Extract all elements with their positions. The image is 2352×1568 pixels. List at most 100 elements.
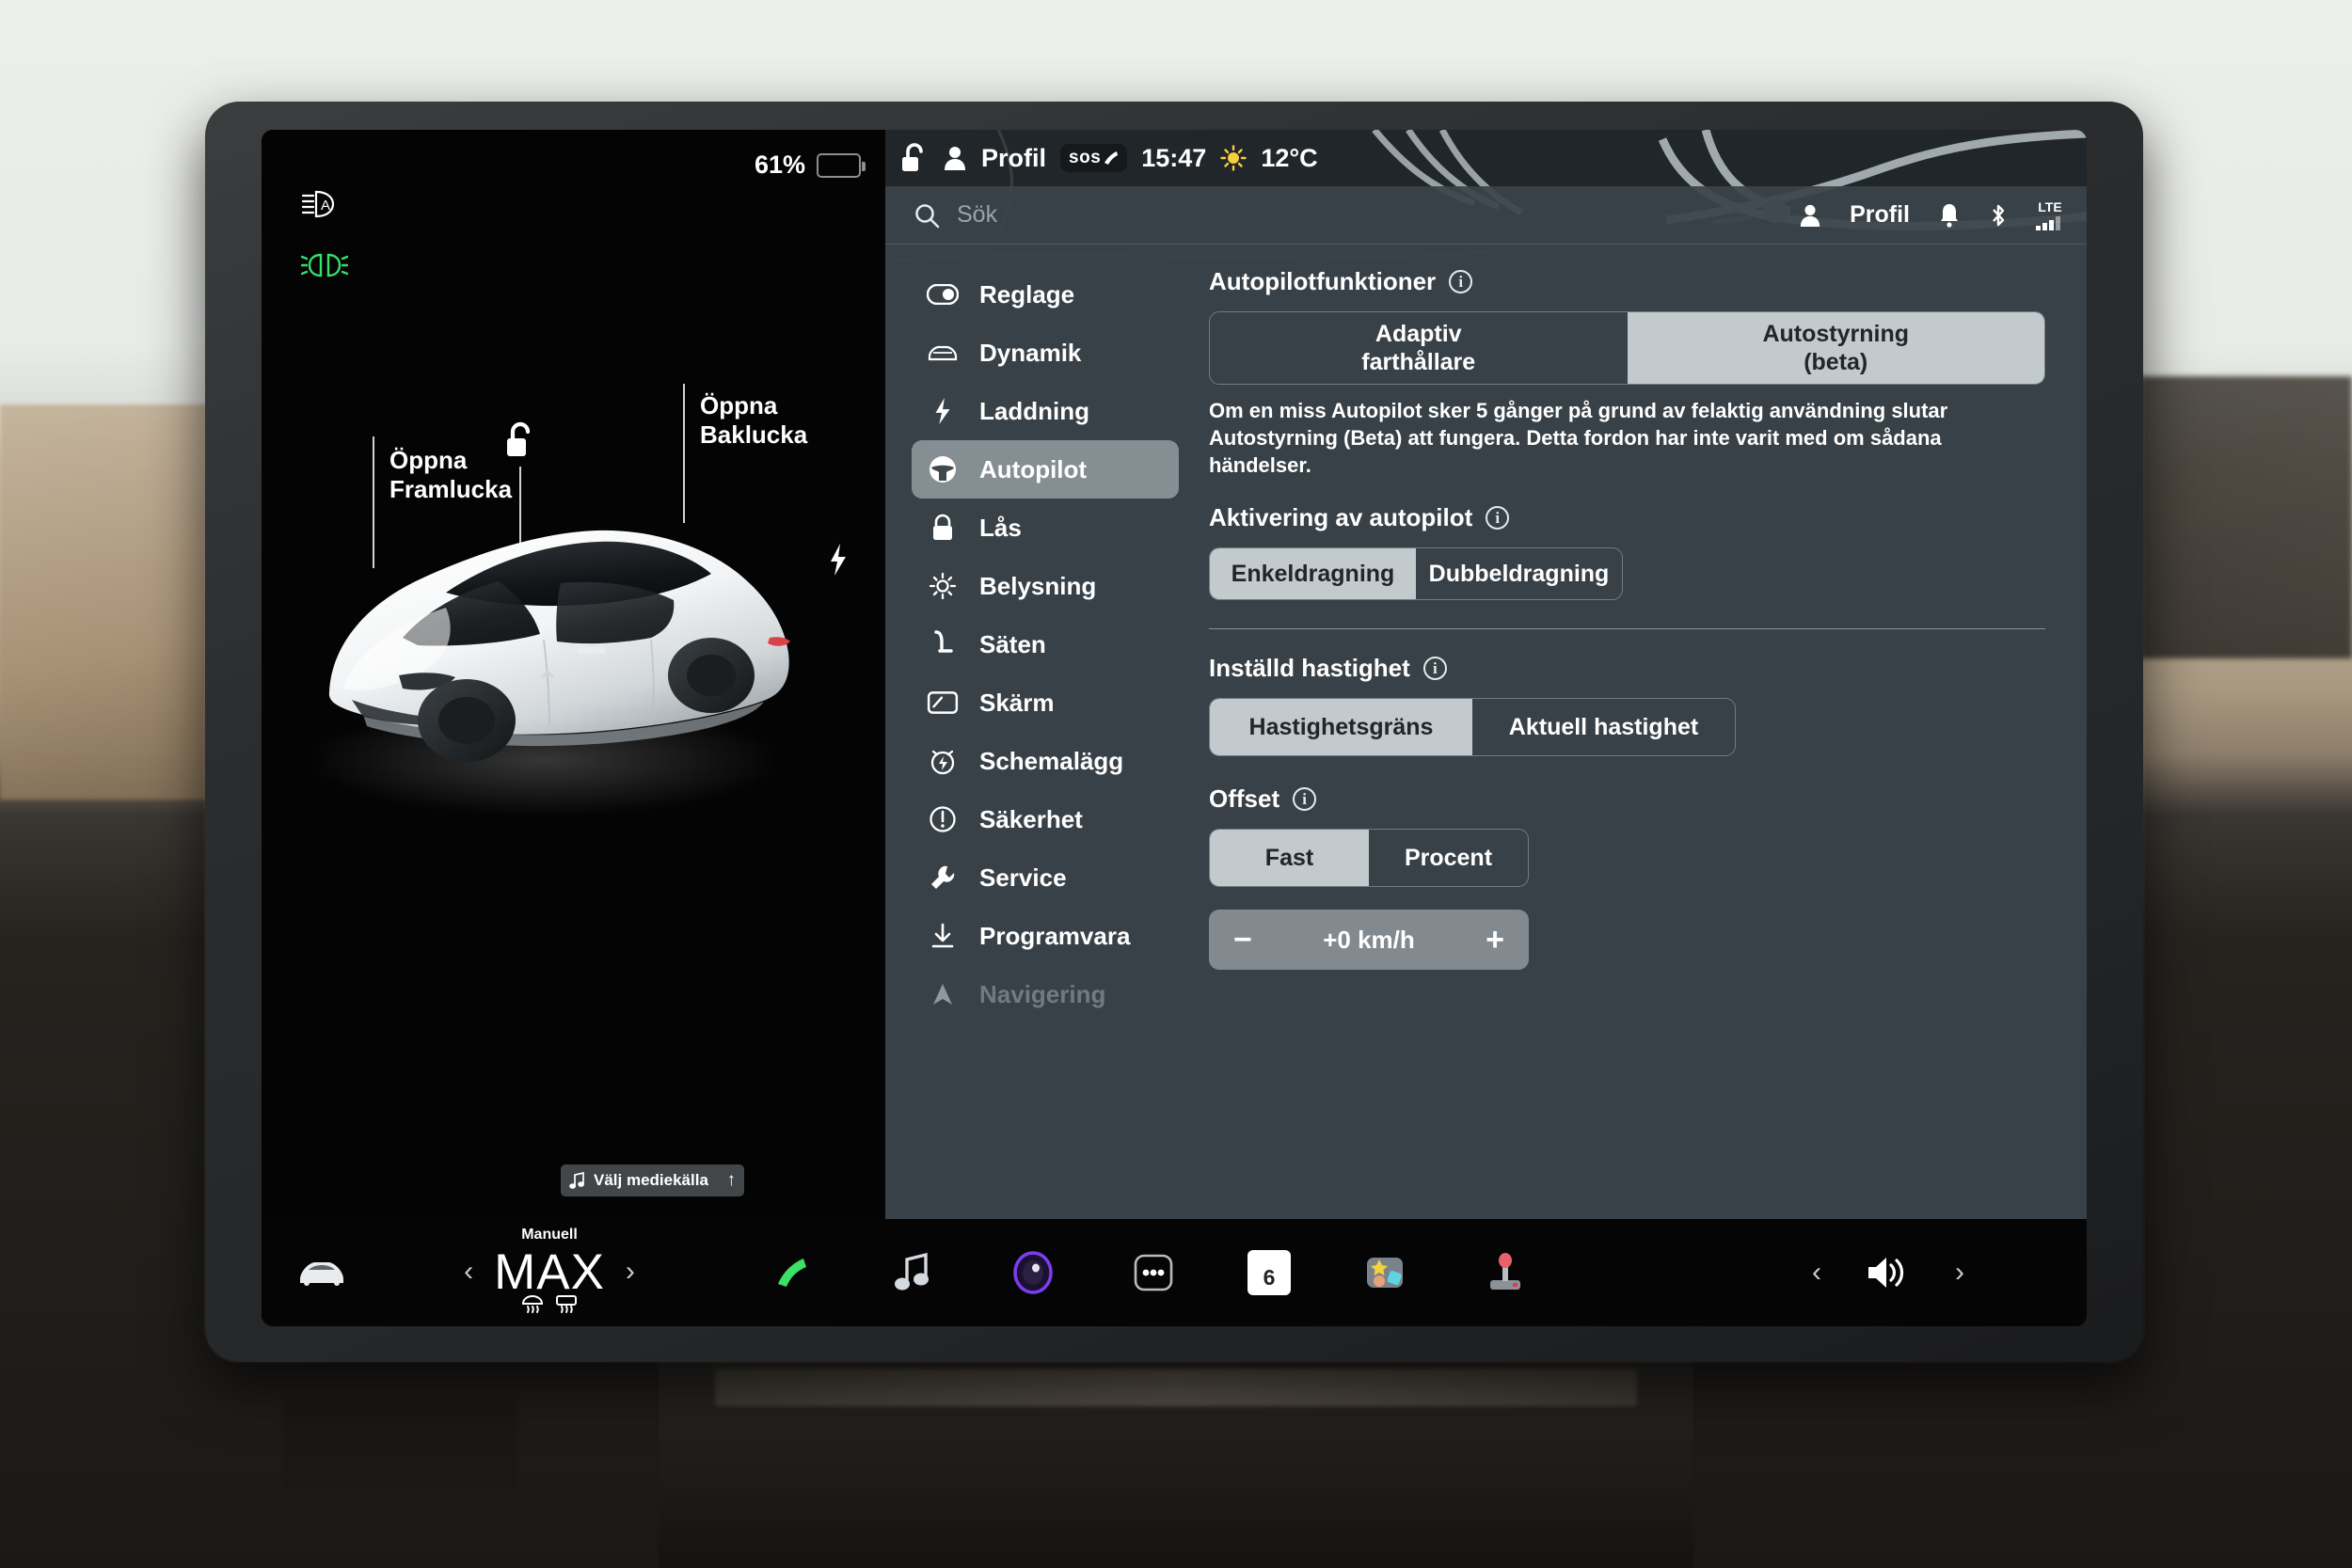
auto-headlight-icon: A <box>301 188 344 220</box>
profile-button[interactable]: Profil <box>1850 201 1910 229</box>
charge-port-icon <box>831 544 846 576</box>
bell-icon[interactable] <box>1938 202 1961 229</box>
media-source-button[interactable]: Välj mediekälla ↑ <box>561 1164 744 1196</box>
sidebar-item-programvara[interactable]: Programvara <box>912 907 1179 965</box>
segment-line1: Adaptiv <box>1375 321 1462 347</box>
unlock-icon[interactable] <box>900 142 929 174</box>
offset-decrease-button[interactable]: − <box>1233 924 1252 956</box>
sidebar-item-label: Service <box>979 863 1067 892</box>
activation-title: Aktivering av autopilot <box>1209 503 1473 532</box>
sidebar-item-autopilot[interactable]: Autopilot <box>912 440 1179 499</box>
volume-decrease-button[interactable]: ‹ <box>1812 1257 1821 1289</box>
offset-increase-button[interactable]: + <box>1486 924 1504 956</box>
more-apps-icon[interactable] <box>1127 1246 1180 1299</box>
segment-enkeldragning[interactable]: Enkeldragning <box>1210 548 1416 600</box>
set-speed-segmented[interactable]: Hastighetsgräns Aktuell hastighet <box>1209 698 1736 757</box>
segment-line2: farthållare <box>1361 349 1476 375</box>
settings-pane: Profil sos 15:47 12°C Sök Profil LTE Reg… <box>885 130 2087 1219</box>
autopilot-features-segmented[interactable]: Adaptiv farthållare Autostyrning (beta) <box>1209 311 2045 385</box>
sidebar-item-belysning[interactable]: Belysning <box>912 557 1179 615</box>
volume-icon[interactable] <box>1865 1253 1912 1292</box>
touchscreen: 61% A Öppna Framlucka Öppna Baklucka Väl… <box>262 130 2087 1326</box>
info-icon[interactable]: i <box>1422 657 1447 681</box>
sidebar-item-label: Schemalägg <box>979 746 1124 775</box>
info-icon[interactable]: i <box>1293 787 1317 812</box>
offset-segmented[interactable]: Fast Procent <box>1209 829 1529 888</box>
calendar-app-icon[interactable]: 6 <box>1248 1250 1291 1295</box>
outside-temperature: 12°C <box>1261 143 1318 172</box>
sidebar-item-label: Dynamik <box>979 338 1082 367</box>
segment-adaptiv-farthallare[interactable]: Adaptiv farthållare <box>1210 312 1628 384</box>
sidebar-item-schemalagg[interactable]: Schemalägg <box>912 732 1179 790</box>
climate-decrease-button[interactable]: ‹ <box>464 1256 473 1288</box>
sidebar-item-label: Belysning <box>979 571 1097 600</box>
sidebar-item-skarm[interactable]: Skärm <box>912 673 1179 732</box>
media-source-label: Välj mediekälla <box>594 1171 708 1189</box>
air-vent <box>282 1402 517 1486</box>
calendar-day: 6 <box>1263 1265 1276 1290</box>
segment-fast[interactable]: Fast <box>1210 830 1369 887</box>
phone-app-icon[interactable] <box>766 1246 818 1299</box>
search-input[interactable]: Sök <box>957 201 1799 229</box>
front-defrost-icon[interactable] <box>520 1294 545 1314</box>
info-icon[interactable]: i <box>1449 270 1473 293</box>
set-speed-title: Inställd hastighet <box>1209 654 1410 683</box>
tesla-model3-render[interactable] <box>262 365 885 892</box>
sidebar-item-dynamik[interactable]: Dynamik <box>912 324 1179 382</box>
media-app-icon[interactable] <box>886 1246 939 1299</box>
offset-stepper[interactable]: − +0 km/h + <box>1209 910 1529 971</box>
sidebar-item-label: Programvara <box>979 921 1131 950</box>
offset-title: Offset <box>1209 784 1280 814</box>
car-icon[interactable] <box>295 1255 348 1291</box>
sidebar-item-label: Autopilot <box>979 454 1088 483</box>
wrench-icon <box>931 865 955 889</box>
climate-temperature: MAX <box>494 1243 605 1300</box>
segment-aktuell-hastighet[interactable]: Aktuell hastighet <box>1472 699 1735 755</box>
volume-increase-button[interactable]: › <box>1955 1257 1964 1289</box>
segment-line2: (beta) <box>1804 349 1868 375</box>
info-icon[interactable]: i <box>1486 506 1510 531</box>
person-icon[interactable] <box>1799 203 1821 228</box>
sidebar-item-las[interactable]: Lås <box>912 499 1179 557</box>
segment-dubbeldragning[interactable]: Dubbeldragning <box>1416 548 1622 599</box>
activation-header: Aktivering av autopilot i <box>1209 503 2045 532</box>
rear-defrost-icon[interactable] <box>554 1294 579 1314</box>
person-icon[interactable] <box>943 145 967 171</box>
segment-procent[interactable]: Procent <box>1369 830 1528 886</box>
sos-button[interactable]: sos <box>1060 144 1128 172</box>
set-speed-header: Inställd hastighet i <box>1209 654 2045 683</box>
sidebar-item-navigering[interactable]: Navigering <box>912 965 1179 1023</box>
sidebar-item-sakerhet[interactable]: Säkerhet <box>912 790 1179 848</box>
offset-header: Offset i <box>1209 784 2045 814</box>
vehicle-visualization: Öppna Framlucka Öppna Baklucka <box>262 365 885 892</box>
search-bar[interactable]: Sök Profil LTE <box>885 186 2087 245</box>
seat-icon <box>934 630 953 653</box>
bluetooth-icon[interactable] <box>1989 202 2008 229</box>
camera-app-icon[interactable] <box>1007 1246 1059 1299</box>
segment-autostyrning-beta[interactable]: Autostyrning (beta) <box>1627 312 2044 384</box>
activation-segmented[interactable]: Enkeldragning Dubbeldragning <box>1209 547 1623 601</box>
bolt-icon <box>935 397 950 425</box>
climate-control[interactable]: Manuell ‹ MAX › <box>427 1227 672 1314</box>
svg-text:A: A <box>321 198 330 214</box>
sidebar-item-laddning[interactable]: Laddning <box>912 382 1179 440</box>
sidebar-item-label: Reglage <box>979 279 1075 309</box>
search-icon <box>915 203 940 228</box>
sidebar-item-label: Lås <box>979 513 1022 542</box>
sidebar-item-saten[interactable]: Säten <box>912 615 1179 673</box>
sidebar-item-label: Säten <box>979 629 1046 658</box>
lock-icon <box>933 514 952 540</box>
status-profile-label[interactable]: Profil <box>981 144 1046 173</box>
joystick-app-icon[interactable] <box>1479 1246 1532 1299</box>
sidebar-item-label: Skärm <box>979 688 1055 717</box>
sidebar-item-reglage[interactable]: Reglage <box>912 265 1179 324</box>
segment-line1: Autostyrning <box>1762 321 1910 347</box>
bottom-dock: Manuell ‹ MAX › 6 ‹ › <box>262 1219 2087 1326</box>
sidebar-item-service[interactable]: Service <box>912 848 1179 907</box>
segment-hastighetsgrans[interactable]: Hastighetsgräns <box>1210 699 1472 756</box>
climate-increase-button[interactable]: › <box>626 1256 635 1288</box>
warning-icon <box>930 806 956 832</box>
console-strip <box>715 1369 1637 1406</box>
toybox-app-icon[interactable] <box>1359 1246 1411 1299</box>
volume-control[interactable]: ‹ › <box>1812 1253 1964 1292</box>
